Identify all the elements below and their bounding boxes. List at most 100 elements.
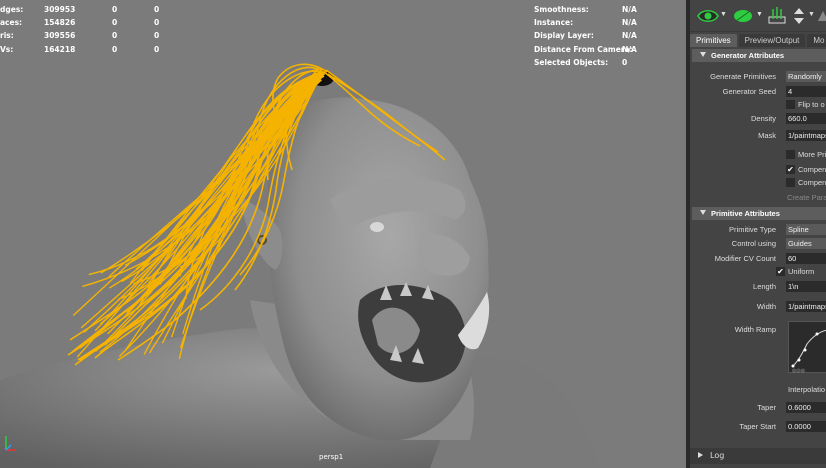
info-label: Selected Objects:	[534, 57, 609, 67]
ramp-point[interactable]	[803, 348, 807, 352]
stats-value: 0	[154, 18, 160, 28]
generate-primitives-dropdown[interactable]: Randomly	[786, 71, 826, 82]
stats-value: 0	[154, 44, 160, 54]
stats-row-uvs: Vs: 164218 0 0	[0, 43, 184, 56]
stats-value: 309953	[44, 5, 76, 14]
poly-stats-hud: dges: 309953 0 0 aces: 154826 0 0 ris: 309556 0 0…	[0, 3, 184, 56]
tab-bar: Primitives Preview/Output Mo	[690, 34, 826, 47]
interpolation-row: Interpolatio	[690, 384, 826, 396]
guides-grid-icon[interactable]	[766, 5, 788, 27]
field-label: Density	[750, 114, 776, 123]
uniform-checkbox[interactable]: ✔	[776, 267, 785, 276]
width-ramp-curve[interactable]: ◎◎◎	[788, 321, 826, 374]
compensate-row-1: ✔ Compen	[690, 164, 826, 176]
orc-model-render	[0, 63, 600, 468]
width-row: Width 1/paintmaps	[690, 301, 826, 313]
groom-tool-icon[interactable]	[816, 5, 826, 27]
ramp-point[interactable]	[815, 332, 819, 336]
field-label: Taper Start	[739, 422, 776, 431]
taper-start-field[interactable]: 0.0000	[786, 421, 826, 432]
stats-label: ris:	[0, 31, 14, 41]
info-row: Display Layer: N/A	[534, 29, 637, 42]
info-value: N/A	[622, 18, 637, 28]
info-label: Display Layer:	[534, 31, 594, 41]
mask-field[interactable]: 1/paintmaps	[786, 130, 826, 141]
xgen-toolbar: ▼ ▼ ▼	[690, 0, 826, 32]
flip-checkbox[interactable]	[786, 100, 795, 109]
chevron-down-icon[interactable]: ▼	[756, 11, 763, 18]
compensate-checkbox-2[interactable]	[786, 178, 795, 187]
uniform-row: ✔ Uniform	[690, 266, 826, 278]
stats-row-edges: dges: 309953 0 0	[0, 3, 184, 16]
info-row: Selected Objects: 0	[534, 56, 637, 69]
field-label: Taper	[757, 403, 776, 412]
generate-primitives-row: Generate Primitives Randomly	[690, 71, 826, 83]
tab-modifiers[interactable]: Mo	[807, 34, 826, 47]
stats-value: 154826	[44, 18, 76, 28]
log-section-header[interactable]: Log	[690, 448, 826, 464]
info-label: Distance From Camera:	[534, 44, 633, 54]
axis-gizmo-icon	[5, 436, 16, 451]
stats-label: Vs:	[0, 44, 14, 54]
generator-seed-field[interactable]: 4	[786, 86, 826, 97]
primitive-type-dropdown[interactable]: Spline	[786, 224, 826, 235]
tab-primitives[interactable]: Primitives	[690, 34, 737, 47]
section-title: Primitive Attributes	[711, 209, 780, 218]
primitive-type-row: Primitive Type Spline	[690, 224, 826, 236]
stats-value: 164218	[44, 44, 76, 54]
compensate-row-2: Compen	[690, 177, 826, 189]
move-tool-icon[interactable]	[790, 5, 808, 27]
flip-row: Flip to o	[690, 99, 826, 111]
field-label: Primitive Type	[729, 225, 776, 234]
leaf-preview-icon[interactable]	[732, 5, 754, 27]
info-value: N/A	[622, 5, 637, 14]
generator-attributes-header[interactable]: Generator Attributes	[692, 49, 826, 62]
taper-start-row: Taper Start 0.0000	[690, 421, 826, 433]
section-title: Generator Attributes	[711, 51, 785, 60]
checkbox-label: Compen	[798, 165, 826, 174]
length-row: Length 1\n	[690, 281, 826, 293]
more-primitives-checkbox[interactable]	[786, 150, 795, 159]
info-value: 0	[622, 57, 628, 67]
field-label: Mask	[758, 131, 776, 140]
checkbox-label: More Pri	[798, 150, 826, 159]
modifier-cv-count-field[interactable]: 60	[786, 253, 826, 264]
field-label: Generate Primitives	[710, 72, 776, 81]
attribute-editor-panel: ▼ ▼ ▼ Primitives Preview/Output Mo Gener…	[690, 0, 826, 468]
eye-visibility-icon[interactable]	[696, 5, 720, 27]
tab-preview-output[interactable]: Preview/Output	[738, 34, 806, 47]
viewport[interactable]: dges: 309953 0 0 aces: 154826 0 0 ris: 309556 0 0…	[0, 0, 686, 468]
checkbox-label: Flip to o	[798, 100, 825, 109]
compensate-checkbox-1[interactable]: ✔	[786, 165, 795, 174]
chevron-down-icon[interactable]: ▼	[808, 11, 815, 18]
primitive-attributes-header[interactable]: Primitive Attributes	[692, 207, 826, 220]
stats-label: dges:	[0, 5, 24, 14]
generator-seed-row: Generator Seed 4	[690, 86, 826, 98]
info-label: Smoothness:	[534, 5, 589, 14]
ramp-point[interactable]	[797, 358, 801, 362]
field-label: Modifier CV Count	[714, 254, 776, 263]
field-label: Length	[753, 282, 776, 291]
stats-value: 0	[112, 44, 118, 54]
ramp-graph: ◎◎◎	[791, 329, 826, 374]
stats-value: 309556	[44, 31, 76, 41]
stats-row-faces: aces: 154826 0 0	[0, 16, 184, 29]
stats-value: 0	[112, 5, 118, 14]
control-using-dropdown[interactable]: Guides	[786, 238, 826, 249]
expand-triangle-icon	[698, 452, 703, 458]
stats-value: 0	[154, 31, 160, 41]
create-params-button[interactable]: Create Para	[787, 193, 826, 202]
width-field[interactable]: 1/paintmaps	[786, 301, 826, 312]
mask-row: Mask 1/paintmaps	[690, 130, 826, 142]
info-value: N/A	[622, 44, 637, 54]
taper-field[interactable]: 0.6000	[786, 402, 826, 413]
length-field[interactable]: 1\n	[786, 281, 826, 292]
display-info-hud: Smoothness: N/A Instance: N/A Display Laye…	[534, 3, 637, 69]
modifier-cv-count-row: Modifier CV Count 60	[690, 253, 826, 265]
chevron-down-icon[interactable]: ▼	[720, 11, 727, 18]
density-field[interactable]: 660.0	[786, 113, 826, 124]
stats-row-tris: ris: 309556 0 0	[0, 29, 184, 42]
stats-value: 0	[154, 5, 160, 14]
info-row: Smoothness: N/A	[534, 3, 637, 16]
stats-value: 0	[112, 18, 118, 28]
